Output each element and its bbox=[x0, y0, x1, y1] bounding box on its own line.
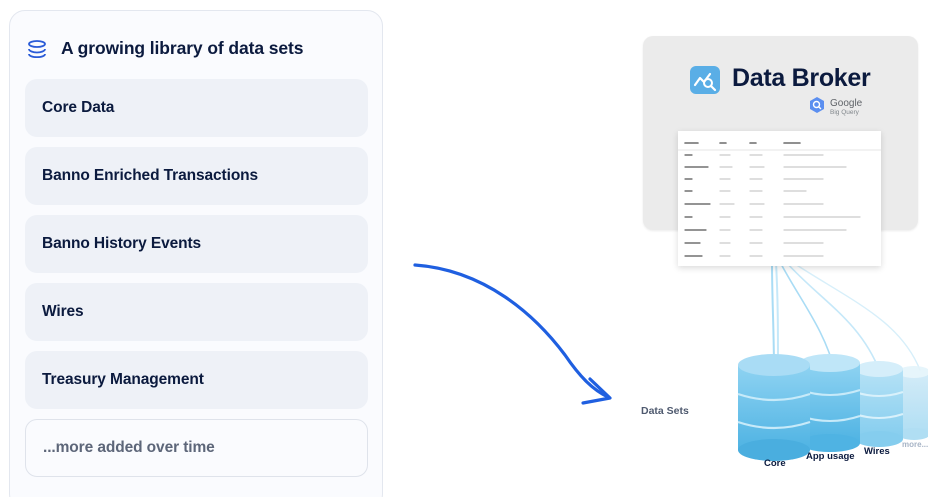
database-label-wires: Wires bbox=[864, 446, 890, 457]
chart-search-icon bbox=[690, 66, 720, 94]
table-preview bbox=[677, 131, 882, 266]
data-sets-label: Data Sets bbox=[641, 405, 689, 417]
data-broker-title: Data Broker bbox=[732, 64, 871, 92]
badge-google-text: Google bbox=[830, 97, 863, 109]
database-label-more: more... bbox=[902, 440, 928, 449]
page: A growing library of data sets Core Data… bbox=[0, 0, 928, 497]
database-wires bbox=[854, 361, 904, 447]
google-bigquery-badge: Google Big Query bbox=[808, 96, 862, 119]
database-core bbox=[737, 354, 811, 461]
database-label-core: Core bbox=[764, 458, 786, 469]
bigquery-icon bbox=[808, 96, 826, 119]
badge-bigquery-text: Big Query bbox=[830, 108, 859, 116]
database-label-app-usage: App usage bbox=[806, 451, 855, 462]
